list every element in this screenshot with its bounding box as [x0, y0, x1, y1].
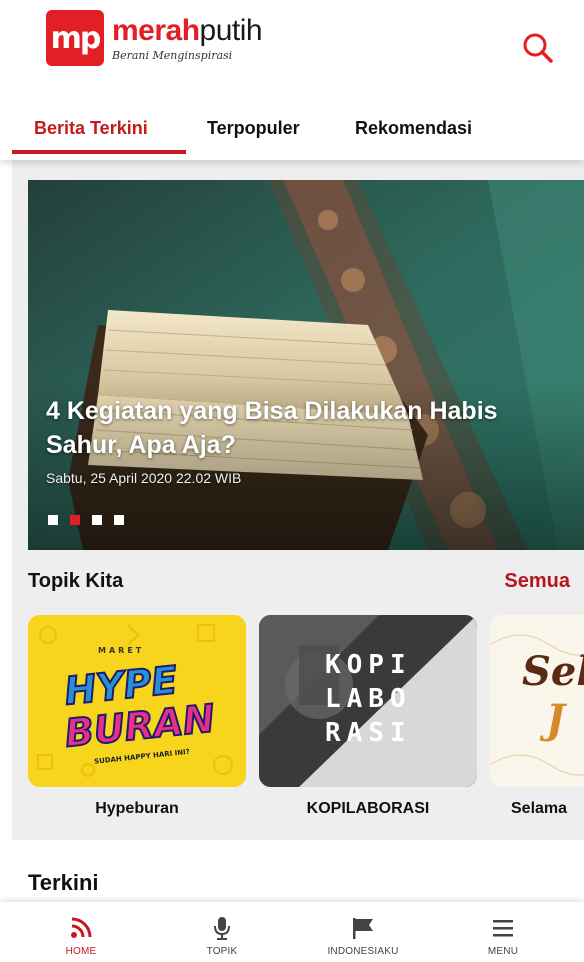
hypeburan-artwork: MARET HYPE BURAN SUDAH HAPPY HARI INI? [28, 615, 246, 787]
app-header: mp merahputih Berani Menginspirasi [0, 0, 584, 92]
flag-icon [349, 916, 377, 940]
carousel-dot[interactable] [114, 515, 124, 525]
carousel-dot[interactable] [48, 515, 58, 525]
microphone-icon [208, 916, 236, 940]
hero-carousel[interactable]: 4 Kegiatan yang Bisa Dilakukan Habis Sah… [28, 180, 584, 550]
logo-text: merahputih Berani Menginspirasi [112, 13, 263, 62]
nav-home[interactable]: HOME [8, 902, 154, 962]
kopilaborasi-art-line2: LABO [325, 684, 412, 714]
kopilaborasi-artwork: KOPI LABO RASI [259, 615, 477, 787]
hero-image [28, 180, 584, 550]
site-logo[interactable]: mp merahputih Berani Menginspirasi [46, 10, 263, 66]
kopilaborasi-art-line3: RASI [325, 718, 412, 748]
topic-card-selama[interactable]: Sel J [490, 615, 584, 787]
nav-topik[interactable]: TOPIK [149, 902, 295, 962]
logo-wordmark: merahputih [112, 13, 263, 47]
logo-word-merah: merah [112, 13, 200, 47]
topic-label-hypeburan[interactable]: Hypeburan [28, 800, 246, 818]
nav-indonesiaku[interactable]: INDONESIAKU [290, 902, 436, 962]
nav-menu[interactable]: MENU [430, 902, 576, 962]
topic-label-kopilaborasi[interactable]: KOPILABORASI [259, 800, 477, 818]
nav-topik-label: TOPIK [206, 946, 238, 957]
carousel-dot[interactable] [92, 515, 102, 525]
nav-home-label: HOME [65, 946, 97, 957]
nav-indonesiaku-label: INDONESIAKU [327, 946, 399, 957]
hypeburan-art-top: MARET [98, 646, 144, 655]
hero-date: Sabtu, 25 April 2020 22.02 WIB [46, 470, 242, 486]
section-title-terkini: Terkini [28, 870, 99, 895]
tab-berita-terkini[interactable]: Berita Terkini [34, 118, 148, 139]
logo-tagline: Berani Menginspirasi [112, 48, 233, 62]
topic-card-hypeburan[interactable]: MARET HYPE BURAN SUDAH HAPPY HARI INI? [28, 615, 246, 787]
see-all-topics-link[interactable]: Semua [504, 570, 570, 593]
tab-terpopuler[interactable]: Terpopuler [207, 118, 300, 139]
logo-word-putih: putih [199, 13, 263, 47]
topic-label-selama[interactable]: Selama [511, 800, 584, 818]
bottom-navigation: HOME TOPIK INDONESIAKU MENU [0, 902, 584, 962]
logo-mark-text: mp [50, 20, 102, 56]
hamburger-icon [489, 916, 517, 940]
rss-icon [67, 916, 95, 940]
carousel-indicators [48, 515, 124, 525]
hero-headline[interactable]: 4 Kegiatan yang Bisa Dilakukan Habis Sah… [46, 394, 576, 462]
tab-rekomendasi[interactable]: Rekomendasi [355, 118, 472, 139]
nav-menu-label: MENU [487, 946, 519, 957]
search-icon [523, 33, 553, 63]
logo-mark: mp [46, 10, 104, 66]
selama-artwork: Sel J [490, 615, 584, 787]
search-button[interactable] [520, 30, 556, 66]
topic-card-kopilaborasi[interactable]: KOPI LABO RASI [259, 615, 477, 787]
kopilaborasi-art-line1: KOPI [325, 650, 412, 680]
active-tab-indicator [12, 150, 186, 154]
section-title-topik-kita: Topik Kita [28, 570, 124, 592]
category-tabs: Berita Terkini Terpopuler Rekomendasi [0, 100, 584, 160]
selama-art-line1: Sel [522, 648, 584, 695]
carousel-dot-active[interactable] [70, 515, 80, 525]
